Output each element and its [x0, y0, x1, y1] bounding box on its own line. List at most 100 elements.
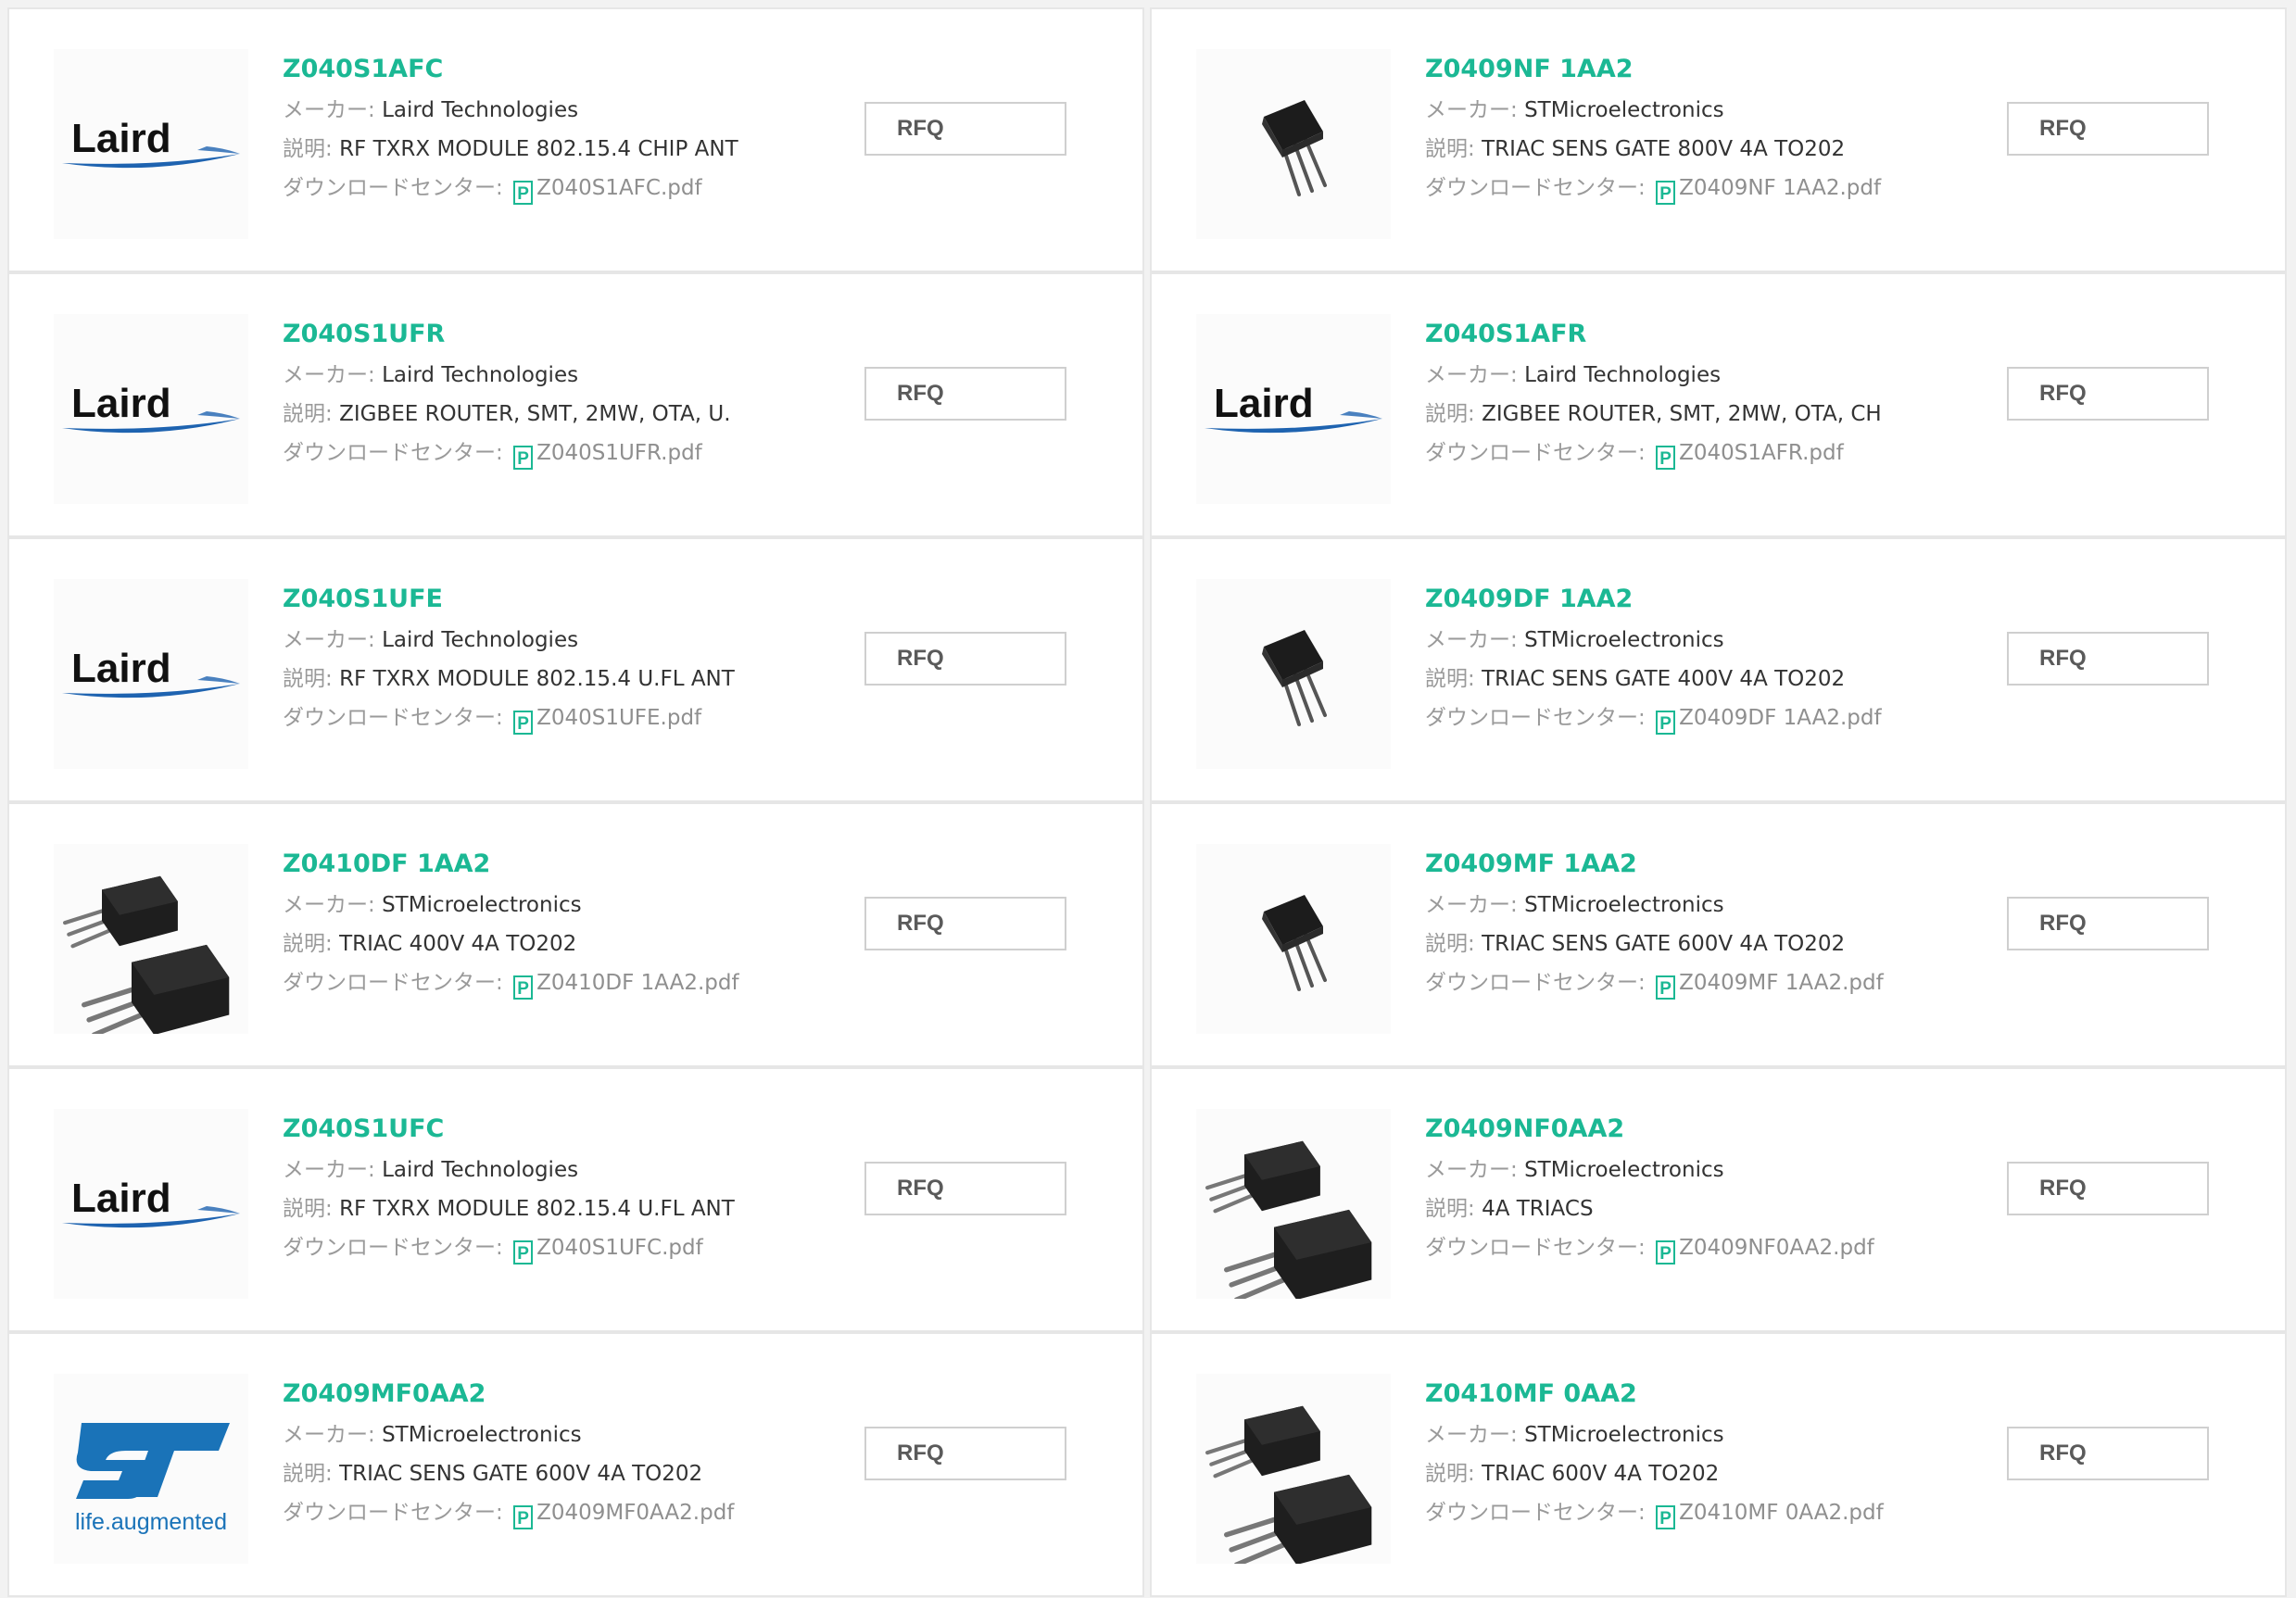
rfq-button[interactable]: RFQ — [864, 367, 1066, 421]
svg-text:Laird: Laird — [71, 116, 171, 161]
svg-text:Laird: Laird — [71, 646, 171, 691]
pdf-link[interactable]: Z0409MF0AA2.pdf — [536, 1501, 734, 1525]
maker-row: メーカー: STMicroelectronics — [283, 886, 839, 925]
download-label: ダウンロードセンター: — [1425, 971, 1653, 995]
download-label: ダウンロードセンター: — [283, 1236, 511, 1260]
product-image[interactable]: Laird — [1196, 314, 1391, 504]
product-image[interactable]: Laird — [54, 579, 248, 769]
product-info: Z0409MF 1AA2 メーカー: STMicroelectronics 説明… — [1425, 849, 1981, 1002]
maker-row: メーカー: STMicroelectronics — [1425, 1151, 1981, 1189]
download-row: ダウンロードセンター: P Z0409MF 1AA2.pdf — [1425, 963, 1981, 1002]
product-image[interactable] — [1196, 1374, 1391, 1564]
pdf-icon[interactable]: P — [513, 446, 534, 470]
download-row: ダウンロードセンター: P Z0410DF 1AA2.pdf — [283, 963, 839, 1002]
product-image[interactable]: Laird — [54, 1109, 248, 1299]
pdf-icon[interactable]: P — [513, 975, 534, 1000]
part-number-link[interactable]: Z0410DF 1AA2 — [283, 849, 839, 880]
download-row: ダウンロードセンター: P Z040S1AFC.pdf — [283, 169, 839, 208]
product-image[interactable]: Laird — [54, 49, 248, 239]
description-value: RF TXRX MODULE 802.15.4 U.FL ANT — [339, 667, 735, 691]
rfq-button[interactable]: RFQ — [864, 1162, 1066, 1215]
download-label: ダウンロードセンター: — [1425, 1501, 1653, 1525]
pdf-link[interactable]: Z0409DF 1AA2.pdf — [1679, 706, 1882, 730]
pdf-link[interactable]: Z040S1UFC.pdf — [536, 1236, 703, 1260]
description-label: 説明: — [1425, 402, 1482, 426]
rfq-button[interactable]: RFQ — [864, 102, 1066, 156]
pdf-icon[interactable]: P — [1656, 975, 1676, 1000]
description-row: 説明: TRIAC SENS GATE 400V 4A TO202 — [1425, 660, 1981, 698]
pdf-icon[interactable]: P — [1656, 711, 1676, 735]
maker-label: メーカー: — [1425, 98, 1525, 122]
description-value: RF TXRX MODULE 802.15.4 CHIP ANT — [339, 137, 738, 161]
product-image[interactable] — [54, 844, 248, 1034]
rfq-button[interactable]: RFQ — [864, 897, 1066, 950]
download-label: ダウンロードセンター: — [283, 441, 511, 465]
product-image[interactable] — [1196, 49, 1391, 239]
description-label: 説明: — [283, 932, 340, 956]
pdf-link[interactable]: Z040S1AFC.pdf — [536, 176, 702, 200]
download-row: ダウンロードセンター: P Z040S1UFR.pdf — [283, 434, 839, 472]
description-label: 説明: — [1425, 932, 1482, 956]
rfq-button[interactable]: RFQ — [864, 632, 1066, 686]
part-number-link[interactable]: Z0409MF 1AA2 — [1425, 849, 1981, 880]
part-number-link[interactable]: Z040S1UFE — [283, 584, 839, 615]
part-number-link[interactable]: Z040S1AFC — [283, 54, 839, 85]
rfq-button[interactable]: RFQ — [2007, 367, 2209, 421]
part-number-link[interactable]: Z0409MF0AA2 — [283, 1378, 839, 1410]
maker-label: メーカー: — [283, 363, 383, 387]
pdf-icon[interactable]: P — [1656, 1240, 1676, 1265]
pdf-link[interactable]: Z040S1AFR.pdf — [1679, 441, 1844, 465]
part-number-link[interactable]: Z0409NF0AA2 — [1425, 1114, 1981, 1145]
part-number-link[interactable]: Z040S1UFC — [283, 1114, 839, 1145]
pdf-link[interactable]: Z0410DF 1AA2.pdf — [536, 971, 739, 995]
maker-value: STMicroelectronics — [382, 893, 582, 917]
to202-pair-icon — [1205, 1405, 1372, 1564]
maker-row: メーカー: Laird Technologies — [283, 356, 839, 395]
download-label: ダウンロードセンター: — [1425, 1236, 1653, 1260]
product-image[interactable]: Laird — [54, 314, 248, 504]
product-image[interactable] — [1196, 1109, 1391, 1299]
part-number-link[interactable]: Z0409DF 1AA2 — [1425, 584, 1981, 615]
download-label: ダウンロードセンター: — [1425, 441, 1653, 465]
pdf-icon[interactable]: P — [513, 711, 534, 735]
pdf-icon[interactable]: P — [1656, 181, 1676, 205]
pdf-link[interactable]: Z0409NF0AA2.pdf — [1679, 1236, 1874, 1260]
download-row: ダウンロードセンター: P Z040S1AFR.pdf — [1425, 434, 1981, 472]
part-number-link[interactable]: Z040S1AFR — [1425, 319, 1981, 350]
rfq-button[interactable]: RFQ — [864, 1427, 1066, 1480]
svg-text:life.augmented: life.augmented — [75, 1509, 227, 1535]
laird-logo-icon: Laird — [62, 646, 240, 698]
pdf-link[interactable]: Z040S1UFE.pdf — [536, 706, 701, 730]
product-image[interactable]: life.augmented — [54, 1374, 248, 1564]
description-value: TRIAC SENS GATE 800V 4A TO202 — [1482, 137, 1846, 161]
rfq-button[interactable]: RFQ — [2007, 897, 2209, 950]
svg-text:Laird: Laird — [71, 381, 171, 426]
description-label: 説明: — [1425, 137, 1482, 161]
pdf-link[interactable]: Z0409MF 1AA2.pdf — [1679, 971, 1884, 995]
pdf-icon[interactable]: P — [513, 1240, 534, 1265]
maker-label: メーカー: — [283, 98, 383, 122]
rfq-button[interactable]: RFQ — [2007, 102, 2209, 156]
maker-value: STMicroelectronics — [1524, 1158, 1724, 1182]
product-card: Laird Z040S1UFC メーカー: Laird Technologies… — [7, 1067, 1144, 1332]
pdf-link[interactable]: Z040S1UFR.pdf — [536, 441, 702, 465]
description-row: 説明: TRIAC SENS GATE 600V 4A TO202 — [1425, 925, 1981, 963]
description-row: 説明: TRIAC 600V 4A TO202 — [1425, 1454, 1981, 1493]
rfq-button[interactable]: RFQ — [2007, 1162, 2209, 1215]
pdf-link[interactable]: Z0409NF 1AA2.pdf — [1679, 176, 1881, 200]
rfq-button[interactable]: RFQ — [2007, 1427, 2209, 1480]
part-number-link[interactable]: Z0410MF 0AA2 — [1425, 1378, 1981, 1410]
pdf-icon[interactable]: P — [513, 1505, 534, 1529]
product-image[interactable] — [1196, 844, 1391, 1034]
description-value: 4A TRIACS — [1482, 1197, 1594, 1221]
pdf-icon[interactable]: P — [513, 181, 534, 205]
product-image[interactable] — [1196, 579, 1391, 769]
maker-value: Laird Technologies — [382, 628, 579, 652]
part-number-link[interactable]: Z0409NF 1AA2 — [1425, 54, 1981, 85]
pdf-icon[interactable]: P — [1656, 446, 1676, 470]
pdf-link[interactable]: Z0410MF 0AA2.pdf — [1679, 1501, 1884, 1525]
rfq-button[interactable]: RFQ — [2007, 632, 2209, 686]
part-number-link[interactable]: Z040S1UFR — [283, 319, 839, 350]
description-label: 説明: — [283, 667, 340, 691]
pdf-icon[interactable]: P — [1656, 1505, 1676, 1529]
